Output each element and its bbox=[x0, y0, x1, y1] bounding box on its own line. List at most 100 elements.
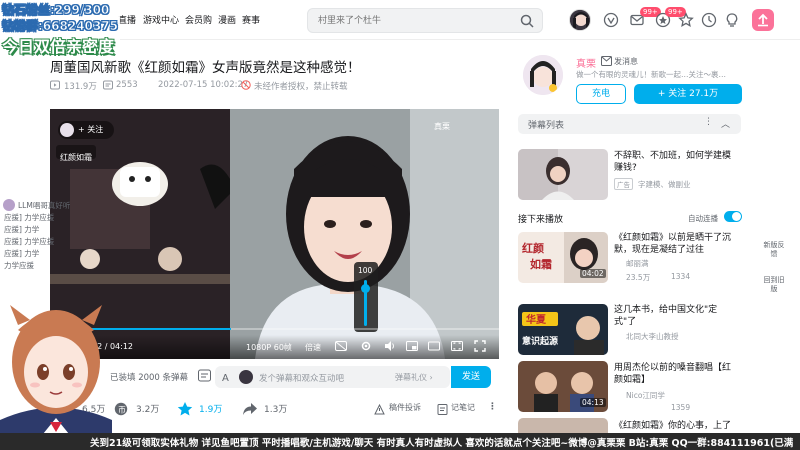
share-count[interactable]: 1.3万 bbox=[264, 402, 287, 415]
autoplay-toggle[interactable] bbox=[724, 211, 742, 222]
video-title: 周董国风新歌《红颜如霜》女声版竟然是这种感觉！ bbox=[50, 60, 361, 76]
volume-icon[interactable] bbox=[384, 340, 396, 352]
charge-button[interactable]: 充电 bbox=[576, 84, 626, 104]
copyright-notice: 未经作者授权，禁止转载 bbox=[254, 82, 348, 92]
back-to-old-version[interactable]: 回到旧版 bbox=[761, 276, 787, 294]
rec-card-2-title[interactable]: 这几本书，给中国文化"定式"了 bbox=[614, 304, 739, 328]
notes-icon[interactable] bbox=[437, 404, 448, 415]
svg-text:币: 币 bbox=[118, 406, 126, 415]
rec-card-2-thumbnail[interactable]: 华夏 意识起源 bbox=[518, 304, 608, 355]
nav-member-shop[interactable]: 会员购 bbox=[185, 13, 212, 26]
rec-card-3-comments: 1359 bbox=[671, 403, 691, 412]
report-link[interactable]: 稿件投诉 bbox=[389, 402, 421, 413]
upload-icon bbox=[758, 13, 768, 27]
danmaku-input-placeholder[interactable]: 发个弹幕和观众互动吧 bbox=[259, 372, 344, 384]
favorite-count[interactable]: 1.9万 bbox=[199, 402, 222, 415]
player-follow-label[interactable]: + 关注 bbox=[78, 124, 103, 135]
rec-card-3-title[interactable]: 用周杰伦以前的嗓音翻唱【红颜如霜】 bbox=[614, 362, 739, 386]
search-box[interactable] bbox=[307, 8, 543, 33]
upload-button[interactable] bbox=[752, 9, 774, 31]
chat-user-avatar bbox=[3, 199, 15, 211]
ad-card-thumbnail[interactable] bbox=[518, 149, 608, 200]
vip-icon[interactable] bbox=[603, 12, 619, 28]
video-player[interactable]: + 关注 红颜如霜 真栗 100 12 / 04:12 1080P 60帧 倍速 bbox=[50, 109, 499, 359]
play-count-icon bbox=[50, 80, 60, 90]
more-actions-button[interactable]: ⋮ bbox=[488, 402, 497, 412]
nav-live[interactable]: 直播 bbox=[118, 13, 136, 26]
ad-card-title[interactable]: 不辞职、不加班，如何学建模赚钱? bbox=[614, 150, 739, 174]
danmaku-list-more[interactable]: ⋮ bbox=[704, 117, 713, 127]
fan-group-label: 钻粉群:668240375 bbox=[2, 19, 119, 34]
rec-card-2-author[interactable]: 北同大李山教授 bbox=[626, 331, 679, 342]
danmaku-count: 2553 bbox=[116, 80, 138, 90]
volume-slider-handle[interactable] bbox=[361, 284, 370, 293]
rec-card-1-author[interactable]: 邮丽满 bbox=[626, 258, 649, 269]
danmaku-toggle-icon[interactable] bbox=[198, 369, 211, 382]
danmaku-list-label: 弹幕列表 bbox=[528, 121, 565, 131]
send-message-link[interactable]: 发消息 bbox=[614, 56, 638, 67]
svg-text:华夏: 华夏 bbox=[526, 313, 547, 326]
fullscreen-icon[interactable] bbox=[474, 340, 486, 352]
svg-text:红颜: 红颜 bbox=[522, 241, 544, 255]
ad-tag: 广告 bbox=[614, 178, 633, 190]
no-repost-icon bbox=[241, 80, 251, 90]
user-avatar[interactable] bbox=[569, 9, 591, 31]
danmaku-style-icon[interactable]: A bbox=[221, 371, 233, 383]
subtitle-off-icon[interactable] bbox=[335, 341, 347, 351]
up-next-label: 接下来播放 bbox=[518, 215, 564, 225]
uploader-avatar[interactable] bbox=[523, 55, 563, 95]
player-watermark: 真栗 bbox=[434, 122, 450, 131]
screen-root: { "overlay": { "fans_line": "钻石粉丝:299/30… bbox=[0, 0, 800, 450]
player-uploader-chip[interactable]: + 关注 bbox=[58, 121, 114, 139]
notes-link[interactable]: 记笔记 bbox=[451, 402, 475, 413]
uploader-name[interactable]: 真栗 bbox=[576, 55, 596, 70]
web-fullscreen-icon[interactable] bbox=[451, 340, 463, 352]
svg-text:A: A bbox=[222, 373, 229, 383]
follow-button[interactable]: + 关注 27.1万 bbox=[634, 84, 742, 104]
rec-card-3-duration: 04:13 bbox=[580, 398, 606, 407]
favorite-star-icon[interactable] bbox=[177, 401, 193, 417]
quality-selector[interactable]: 1080P 60帧 bbox=[246, 342, 292, 353]
volume-value: 100 bbox=[358, 266, 373, 275]
publish-date: 2022-07-15 10:02:27 bbox=[158, 80, 249, 90]
speed-selector[interactable]: 倍速 bbox=[305, 342, 321, 353]
danmaku-list-collapse[interactable]: ︿ bbox=[721, 117, 730, 130]
favorites-star-icon[interactable] bbox=[678, 12, 694, 28]
share-arrow-icon[interactable] bbox=[242, 402, 258, 416]
volume-popup[interactable]: 100 bbox=[354, 262, 378, 332]
coin-count[interactable]: 3.2万 bbox=[136, 402, 159, 415]
danmaku-etiquette-link[interactable]: 弹幕礼仪 › bbox=[395, 372, 433, 383]
history-clock-icon[interactable] bbox=[701, 12, 717, 28]
song-tag-text: 红颜如霜 bbox=[60, 153, 92, 162]
settings-gear-icon[interactable] bbox=[360, 340, 372, 352]
send-message-icon[interactable] bbox=[601, 56, 612, 66]
vtuber-avatar bbox=[0, 305, 112, 450]
nav-esports[interactable]: 赛事 bbox=[242, 13, 260, 26]
autoplay-label: 自动连播 bbox=[688, 214, 718, 223]
danmaku-count-icon bbox=[103, 80, 113, 90]
rec-card-4-title[interactable]: 《红颜如霜》你的心事，上了 bbox=[614, 420, 739, 432]
send-danmaku-button[interactable]: 发送 bbox=[451, 366, 491, 388]
creator-bulb-icon[interactable] bbox=[724, 12, 740, 28]
search-input[interactable] bbox=[318, 13, 513, 29]
video-scene bbox=[50, 109, 499, 359]
rec-card-1-title[interactable]: 《红颜如霜》以前是晒干了沉默，现在是凝结了过往 bbox=[614, 232, 739, 256]
new-version-feedback[interactable]: 新版反馈 bbox=[761, 241, 787, 259]
chat-line: 力学应援 bbox=[4, 261, 34, 270]
rec-card-1-duration: 04:02 bbox=[580, 269, 606, 278]
pip-icon[interactable] bbox=[406, 340, 418, 352]
danmaku-list-header[interactable]: 弹幕列表 ⋮ ︿ bbox=[518, 114, 741, 134]
rec-card-3-author[interactable]: Nico江同学 bbox=[626, 390, 665, 401]
chat-username: LLM唱哥真好听 bbox=[18, 201, 71, 210]
search-icon[interactable] bbox=[520, 14, 534, 28]
report-icon[interactable] bbox=[374, 404, 385, 415]
nav-comics[interactable]: 漫画 bbox=[218, 13, 236, 26]
svg-text:如霜: 如霜 bbox=[530, 257, 552, 271]
chat-line: 应援] 力学 bbox=[4, 249, 40, 258]
nav-game-center[interactable]: 游戏中心 bbox=[143, 13, 179, 26]
stream-ticker-text: 关到21级可领取实体礼物 详见鱼吧置顶 平时播唱歌/主机游戏/聊天 有时真人有时… bbox=[90, 438, 794, 449]
coin-icon[interactable]: 币 bbox=[114, 402, 128, 416]
widescreen-icon[interactable] bbox=[428, 340, 440, 352]
chat-line: 应援] 力学应援 bbox=[4, 213, 55, 222]
danmaku-input-box[interactable]: A 发个弹幕和观众互动吧 弹幕礼仪 › bbox=[215, 366, 450, 388]
